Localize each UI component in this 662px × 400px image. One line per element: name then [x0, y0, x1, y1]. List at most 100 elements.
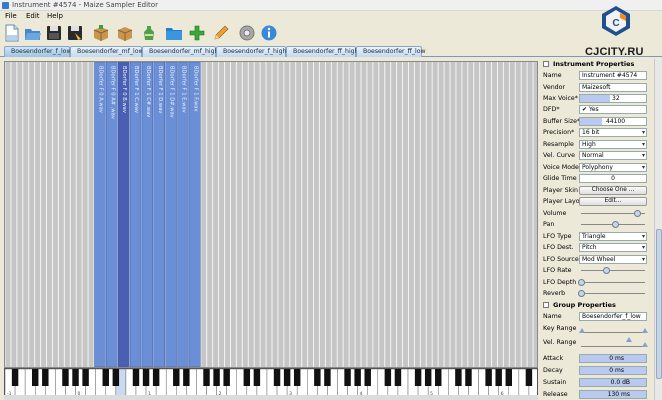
black-key[interactable] [142, 369, 150, 386]
black-key[interactable] [223, 369, 230, 386]
tab-boesendorfer-mf-low[interactable]: Boesendorfer_mf_low [70, 46, 144, 57]
black-key[interactable] [314, 369, 321, 386]
black-key[interactable] [213, 369, 220, 386]
pan-slider-knob[interactable] [612, 221, 620, 228]
settings-icon[interactable] [238, 23, 256, 43]
piano-keys[interactable]: -1012345678 [5, 369, 538, 396]
horizontal-scrollbar[interactable] [4, 395, 538, 400]
open-package-icon[interactable] [116, 23, 134, 43]
black-key[interactable] [32, 369, 39, 386]
black-key[interactable] [293, 369, 301, 386]
group-properties-header[interactable]: Group Properties [540, 301, 654, 310]
black-key[interactable] [465, 369, 472, 386]
info-icon[interactable] [260, 23, 278, 43]
glide-time-field[interactable]: 0 [579, 174, 647, 183]
precision-select[interactable]: 16 bit [579, 128, 647, 137]
instrument-name-field[interactable]: Instrument #4574 [579, 71, 647, 80]
save-as-icon[interactable] [66, 23, 84, 43]
black-key[interactable] [283, 369, 291, 386]
key-map-grid[interactable]: BDorfer F 0 A.wav BDorfer F 0 A# .wav BDor… [5, 62, 538, 367]
voice-mode-select[interactable]: Polyphony [579, 163, 647, 172]
volume-slider-knob[interactable] [633, 210, 641, 217]
pencil-icon[interactable] [212, 23, 230, 43]
black-key[interactable] [112, 369, 120, 386]
black-key[interactable] [424, 369, 432, 386]
attack-spinner[interactable]: 0 ms [579, 354, 647, 363]
black-key[interactable] [364, 369, 371, 386]
scrollbar-thumb[interactable] [656, 229, 662, 379]
black-key[interactable] [82, 369, 89, 386]
black-key[interactable] [11, 369, 19, 386]
menu-file[interactable]: File [5, 12, 17, 20]
black-key[interactable] [354, 369, 361, 386]
lfo-type-select[interactable]: Triangle [579, 232, 647, 241]
bottle-icon[interactable] [140, 23, 158, 43]
black-key[interactable] [203, 369, 210, 386]
black-key[interactable] [102, 369, 109, 386]
lfo-depth-slider-knob[interactable] [578, 279, 585, 286]
instrument-properties-header[interactable]: Instrument Properties [540, 60, 654, 69]
sustain-spinner[interactable]: 0.0 dB [579, 378, 647, 387]
vel-curve-select[interactable]: Normal [579, 151, 647, 160]
key-range-slider-track[interactable] [581, 332, 645, 333]
new-file-icon[interactable] [3, 23, 21, 43]
black-key[interactable] [273, 369, 281, 386]
buffer-size-spinner[interactable]: 44100 [579, 117, 647, 126]
black-key[interactable] [324, 369, 331, 386]
black-key[interactable] [344, 369, 351, 386]
dfd-checkbox[interactable]: ✔ Yes [579, 105, 647, 114]
lfo-rate-slider-knob[interactable] [602, 267, 610, 274]
black-key[interactable] [485, 369, 492, 386]
reverb-slider-knob[interactable] [578, 290, 585, 297]
black-key[interactable] [132, 369, 140, 386]
properties-scrollbar[interactable] [654, 59, 662, 400]
save-icon[interactable] [45, 23, 63, 43]
collapse-toggle-icon[interactable] [543, 61, 549, 67]
lfo-rate-slider-track[interactable] [581, 270, 645, 271]
vel-range-slider-track[interactable] [581, 346, 645, 347]
tab-boesendorfer-mf-high[interactable]: Boesendorfer_mf_high [142, 46, 218, 57]
tab-boesendorfer-f-high[interactable]: Boesendorfer_f_high [216, 46, 286, 57]
tab-boesendorfer-ff-high[interactable]: Boesendorfer_ff_high [286, 46, 359, 57]
add-icon[interactable] [188, 23, 206, 43]
edit-layout-button[interactable]: Edit... [579, 197, 647, 206]
lfo-dest-select[interactable]: Pitch [579, 243, 647, 252]
release-spinner[interactable]: 130 ms [579, 390, 647, 399]
tab-boesendorfer-ff-low[interactable]: Boesendorfer_ff_low [356, 46, 426, 57]
black-key[interactable] [62, 369, 69, 386]
choose-skin-button[interactable]: Choose One ... [579, 186, 647, 195]
max-voice-spinner[interactable]: 32 [579, 94, 647, 103]
menu-edit[interactable]: Edit [26, 12, 40, 20]
vendor-field[interactable]: Maizesoft [579, 83, 647, 92]
folder-icon[interactable] [165, 23, 183, 43]
key-map-editor[interactable]: BDorfer F 0 A.wav BDorfer F 0 A# .wav BDor… [4, 61, 538, 368]
black-key[interactable] [183, 369, 190, 386]
black-key[interactable] [173, 369, 180, 386]
black-key[interactable] [384, 369, 392, 386]
black-key[interactable] [243, 369, 251, 386]
lfo-depth-slider-track[interactable] [581, 282, 645, 283]
package-icon[interactable] [92, 23, 110, 43]
tab-boesendorfer-f-low[interactable]: Boesendorfer_f_low [4, 46, 72, 57]
vel-range-low-handle[interactable] [626, 337, 632, 342]
black-key[interactable] [525, 369, 533, 386]
black-key[interactable] [253, 369, 261, 386]
black-key[interactable] [42, 369, 49, 386]
black-key[interactable] [414, 369, 422, 386]
collapse-toggle-icon[interactable] [543, 302, 549, 308]
piano-keyboard[interactable]: -1012345678 [4, 368, 538, 396]
key-range-high-handle[interactable] [642, 328, 648, 333]
black-key[interactable] [152, 369, 160, 386]
black-key[interactable] [455, 369, 462, 386]
menu-help[interactable]: Help [47, 12, 63, 20]
black-key[interactable] [72, 369, 79, 386]
decay-spinner[interactable]: 0 ms [579, 366, 647, 375]
black-key[interactable] [495, 369, 502, 386]
reverb-slider-track[interactable] [581, 293, 645, 294]
black-key[interactable] [435, 369, 442, 386]
black-key[interactable] [394, 369, 402, 386]
resample-select[interactable]: High [579, 140, 647, 149]
black-key[interactable] [505, 369, 512, 386]
key-range-low-handle[interactable] [579, 328, 585, 333]
open-folder-icon[interactable] [24, 23, 42, 43]
